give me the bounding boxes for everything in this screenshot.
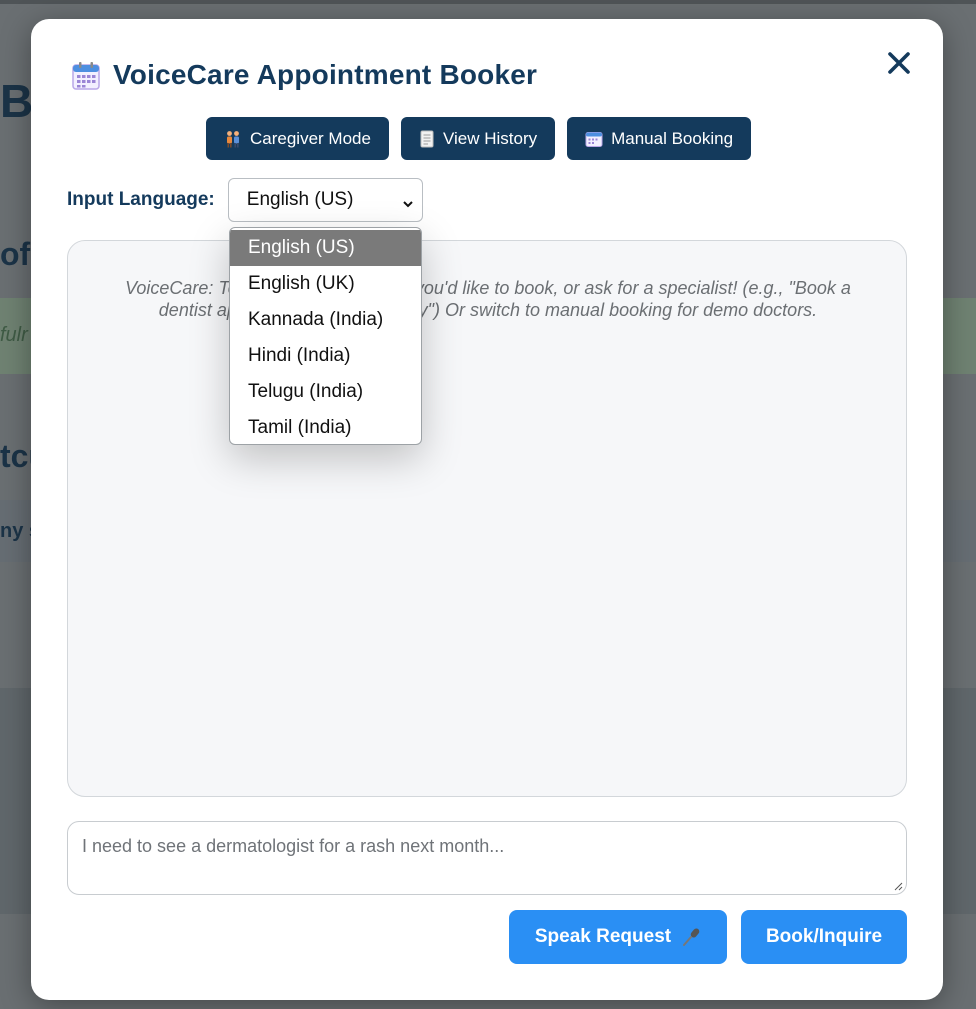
caregiver-mode-label: Caregiver Mode <box>250 128 371 148</box>
document-icon <box>419 130 435 148</box>
language-option-tamil[interactable]: Tamil (India) <box>230 410 421 444</box>
manual-booking-button[interactable]: Manual Booking <box>567 117 752 160</box>
bg-success-fragment: fulr <box>0 324 28 346</box>
speak-request-label: Speak Request <box>534 926 672 947</box>
language-row: Input Language: English (US) <box>67 178 423 222</box>
bg-top-strip <box>0 0 976 4</box>
appointment-booker-modal: VoiceCare Appointment Booker Caregiver M… <box>31 19 943 1000</box>
language-selected-value: English (US) <box>246 189 354 210</box>
welcome-message: VoiceCare: Tell me the appointment you'd… <box>125 278 851 320</box>
modal-header: VoiceCare Appointment Booker <box>71 59 537 91</box>
view-history-label: View History <box>442 128 538 148</box>
manual-booking-label: Manual Booking <box>611 128 734 148</box>
close-button[interactable] <box>885 49 913 79</box>
mode-buttons: Caregiver Mode View History Manual Booki… <box>206 117 752 160</box>
speak-request-button[interactable]: Speak Request <box>509 910 727 964</box>
language-option-english-us[interactable]: English (US) <box>230 230 421 266</box>
calendar-icon <box>71 61 100 90</box>
language-label: Input Language: <box>67 189 215 210</box>
language-option-kannada[interactable]: Kannada (India) <box>230 302 421 338</box>
calendar-icon <box>585 130 603 148</box>
language-select[interactable]: English (US) <box>227 178 423 222</box>
microphone-icon <box>681 927 701 947</box>
modal-title: VoiceCare Appointment Booker <box>113 59 538 90</box>
request-textarea[interactable]: I need to see a dermatologist for a rash… <box>67 821 907 895</box>
request-placeholder: I need to see a dermatologist for a rash… <box>82 836 505 856</box>
language-option-english-uk[interactable]: English (UK) <box>230 266 421 302</box>
people-icon <box>224 130 242 148</box>
close-icon <box>888 52 910 74</box>
view-history-button[interactable]: View History <box>400 117 556 160</box>
language-option-telugu[interactable]: Telugu (India) <box>230 374 421 410</box>
chevron-down-icon <box>402 194 414 208</box>
resize-grip-icon[interactable] <box>893 881 903 891</box>
book-inquire-button[interactable]: Book/Inquire <box>741 910 907 964</box>
bg-subheading-fragment: of <box>0 236 31 272</box>
language-dropdown: English (US) English (UK) Kannada (India… <box>229 227 422 445</box>
language-option-hindi[interactable]: Hindi (India) <box>230 338 421 374</box>
caregiver-mode-button[interactable]: Caregiver Mode <box>206 117 389 160</box>
chat-area: VoiceCare: Tell me the appointment you'd… <box>67 240 907 797</box>
